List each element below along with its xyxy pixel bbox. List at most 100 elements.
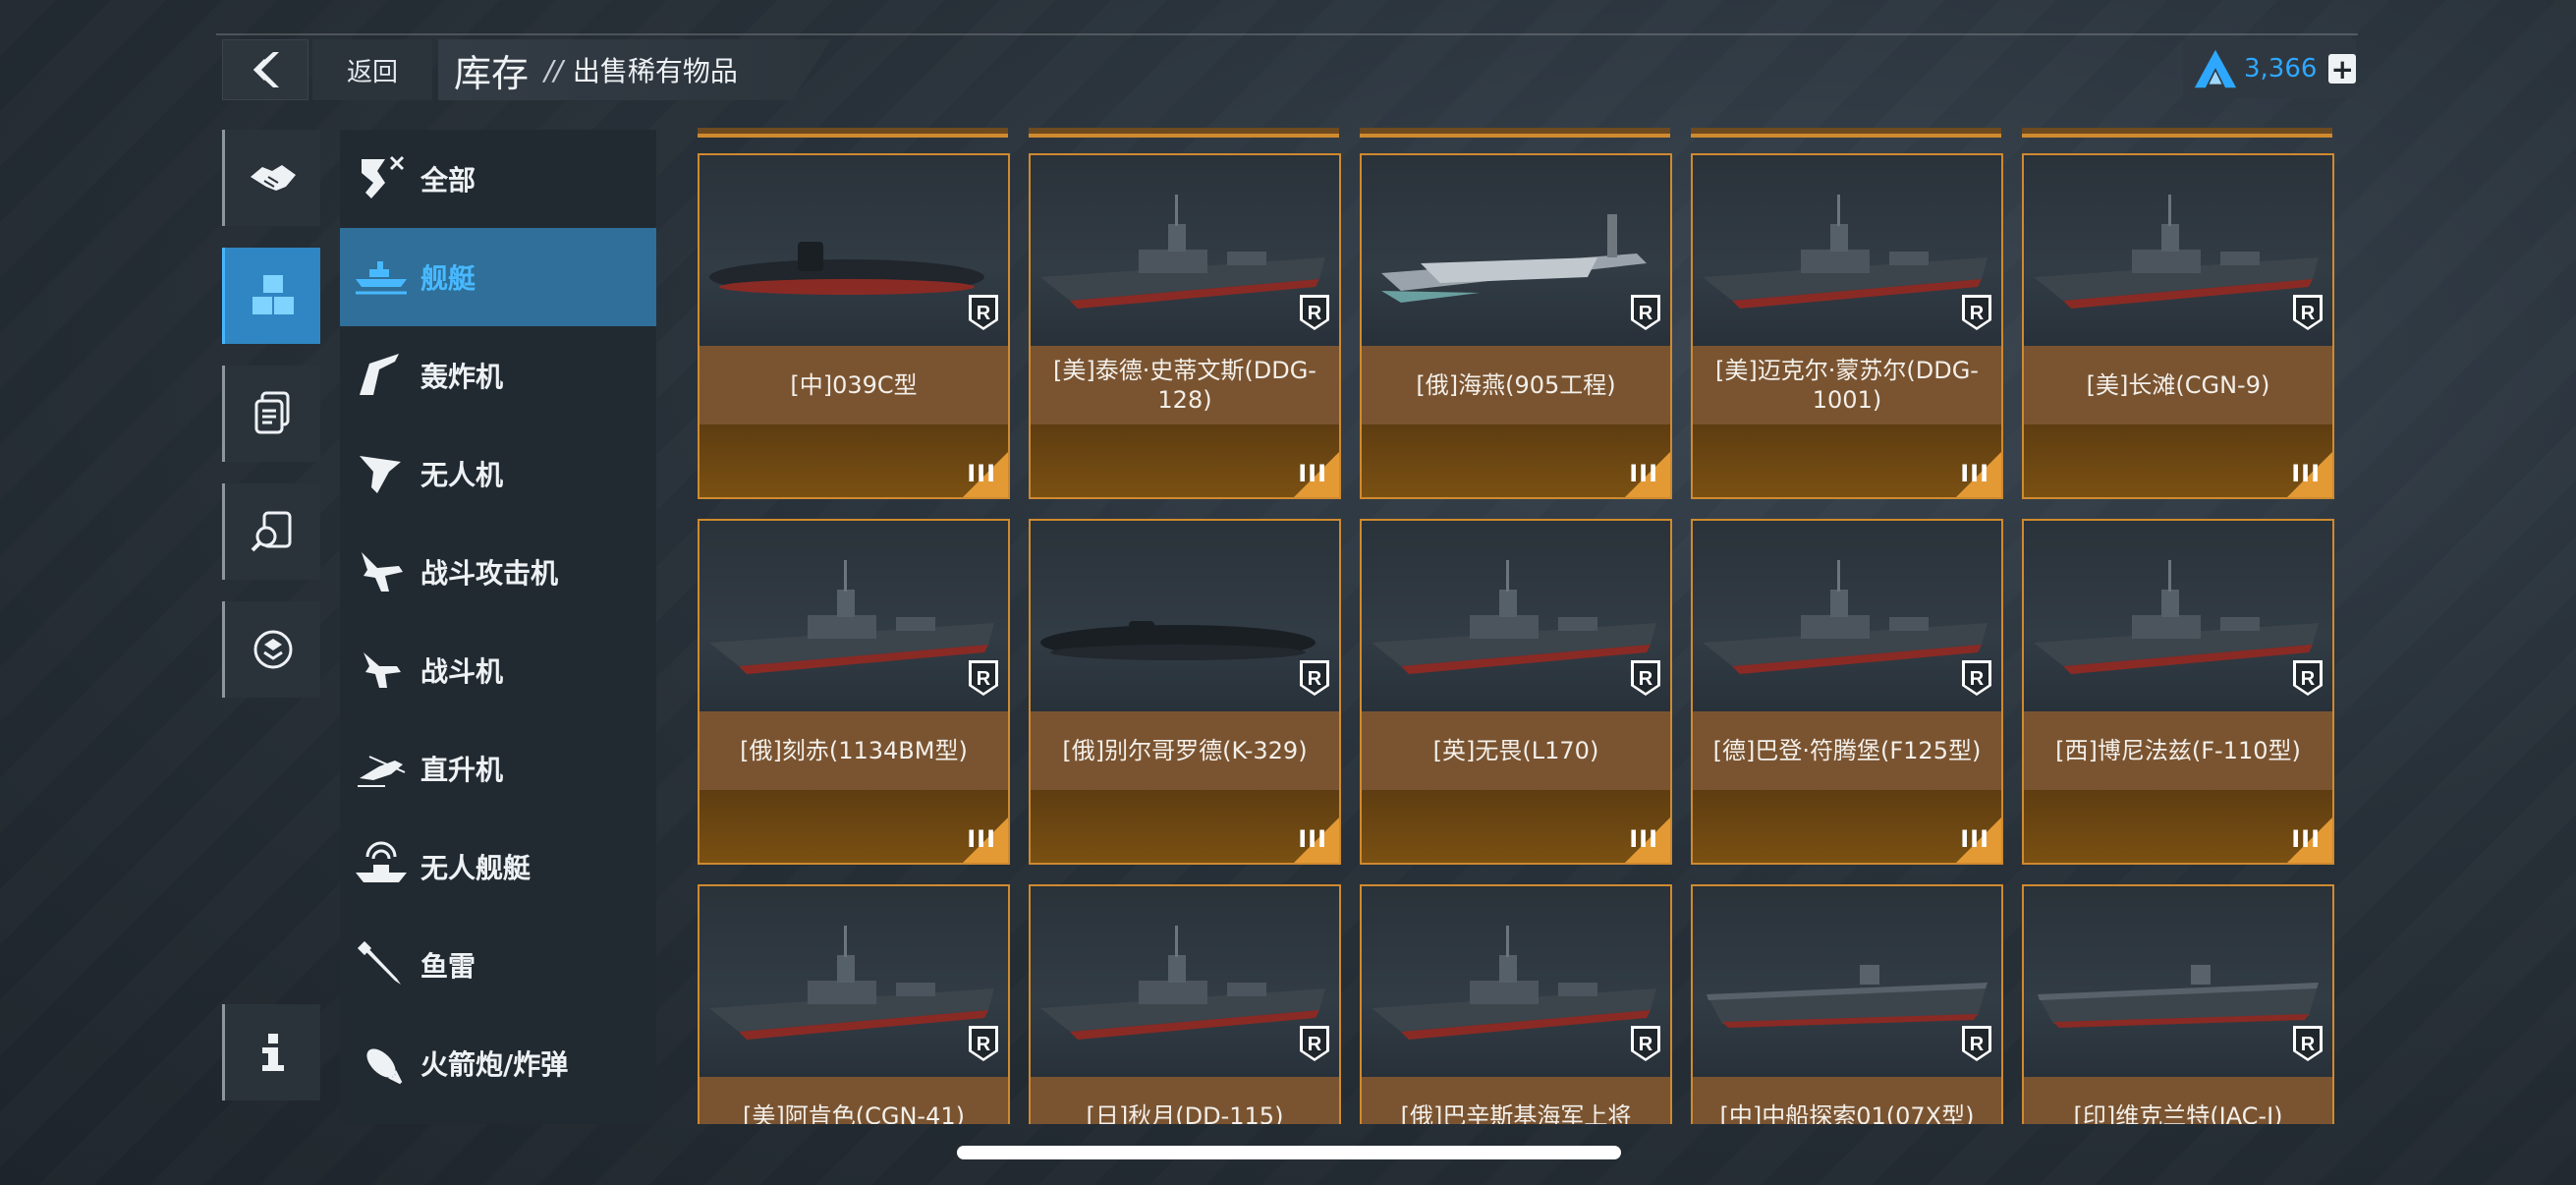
rarity-badge-text: R [2301, 1034, 2316, 1055]
torpedo-icon [354, 937, 409, 992]
page-subtitle: 出售稀有物品 [572, 55, 738, 87]
back-label-button[interactable]: 返回 [312, 39, 432, 100]
category-list: 全部 舰艇 轰炸机 无人机 战斗攻击机 战斗机 直升机 无人舰艇 鱼雷 火箭炮/… [340, 130, 656, 1124]
item-card[interactable]: R [俄]别尔哥罗德(K-329) III [1029, 519, 1341, 865]
ship-image [1362, 521, 1670, 711]
tier-label: III [1960, 460, 1989, 487]
item-name: [中]039C型 [700, 346, 1008, 424]
rail-trade-button[interactable] [222, 130, 320, 226]
rarity-badge-text: R [977, 1034, 991, 1055]
rail-records-button[interactable] [222, 366, 320, 462]
rarity-badge-icon: R [1300, 295, 1329, 330]
item-card[interactable]: R [日]秋月(DD-115) III [1029, 884, 1341, 1124]
tier-bar: III [2024, 424, 2332, 497]
item-card[interactable]: R [中]中船探索01(07X型) III [1691, 884, 2003, 1124]
previous-row-card-edge [2022, 128, 2332, 138]
rarity-badge-icon: R [1962, 660, 1991, 696]
chevron-left-icon [252, 52, 279, 87]
category-ships[interactable]: 舰艇 [340, 228, 656, 326]
item-card[interactable]: R [西]博尼法兹(F-110型) III [2022, 519, 2334, 865]
rarity-badge-text: R [2301, 668, 2316, 690]
exchange-icon [253, 630, 292, 669]
ship-image [1362, 886, 1670, 1077]
rarity-badge-text: R [1308, 668, 1322, 690]
bomber-icon [354, 348, 409, 403]
page-title-bar: 库存 // 出售稀有物品 [438, 39, 831, 100]
title-separator: // [544, 53, 563, 86]
tier-bar: III [700, 790, 1008, 863]
item-name: [中]中船探索01(07X型) [1693, 1077, 2001, 1124]
top-divider [216, 33, 2358, 35]
rarity-badge-text: R [2301, 303, 2316, 324]
ship-image [2024, 886, 2332, 1077]
rarity-badge-icon: R [1631, 295, 1660, 330]
previous-row-card-edge [1029, 128, 1339, 138]
currency-icon [2194, 49, 2237, 88]
ship-icon [354, 250, 409, 305]
handshake-icon [250, 165, 296, 191]
item-name: [美]阿肯色(CGN-41) [700, 1077, 1008, 1124]
search-document-icon [251, 511, 291, 552]
rarity-badge-text: R [1970, 668, 1985, 690]
item-name: [俄]巴辛斯基海军上将 [1362, 1077, 1670, 1124]
tier-label: III [967, 460, 996, 487]
rail-inventory-button[interactable] [222, 248, 320, 344]
item-card[interactable]: R [英]无畏(L170) III [1360, 519, 1672, 865]
item-card[interactable]: R [美]阿肯色(CGN-41) III [698, 884, 1010, 1124]
rail-info-button[interactable] [222, 1004, 320, 1100]
category-fighters[interactable]: 战斗机 [340, 621, 656, 719]
ship-image [1031, 155, 1339, 346]
add-currency-button[interactable]: + [2328, 53, 2356, 85]
tier-label: III [967, 825, 996, 853]
item-name: [俄]刻赤(1134BM型) [700, 711, 1008, 790]
rail-search-button[interactable] [222, 483, 320, 580]
ship-image [700, 886, 1008, 1077]
item-card[interactable]: R [印]维克兰特(IAC-I) III [2022, 884, 2334, 1124]
item-name: [西]博尼法兹(F-110型) [2024, 711, 2332, 790]
rarity-badge-icon: R [2293, 1026, 2323, 1061]
category-drones[interactable]: 无人机 [340, 424, 656, 523]
ship-image [700, 155, 1008, 346]
item-card[interactable]: R [俄]刻赤(1134BM型) III [698, 519, 1010, 865]
rarity-badge-text: R [1639, 303, 1653, 324]
ship-image [1693, 155, 2001, 346]
rarity-badge-icon: R [1962, 1026, 1991, 1061]
tier-bar: III [1031, 424, 1339, 497]
item-name: [俄]海燕(905工程) [1362, 346, 1670, 424]
rarity-badge-icon: R [2293, 660, 2323, 696]
ship-image [1693, 521, 2001, 711]
rarity-badge-icon: R [1631, 660, 1660, 696]
tier-bar: III [2024, 790, 2332, 863]
tier-label: III [2291, 460, 2321, 487]
item-card[interactable]: R [美]迈克尔·蒙苏尔(DDG-1001) III [1691, 153, 2003, 499]
category-bombers[interactable]: 轰炸机 [340, 326, 656, 424]
category-unmanned-ships[interactable]: 无人舰艇 [340, 818, 656, 916]
rarity-badge-icon: R [2293, 295, 2323, 330]
page-title: 库存 [454, 51, 530, 95]
item-card[interactable]: R [美]长滩(CGN-9) III [2022, 153, 2334, 499]
item-card[interactable]: R [俄]海燕(905工程) III [1360, 153, 1672, 499]
rarity-badge-icon: R [969, 660, 998, 696]
item-name: [英]无畏(L170) [1362, 711, 1670, 790]
item-card[interactable]: R [德]巴登·符腾堡(F125型) III [1691, 519, 2003, 865]
item-name: [美]泰德·史蒂文斯(DDG-128) [1031, 346, 1339, 424]
rarity-badge-icon: R [1300, 660, 1329, 696]
item-card[interactable]: R [俄]巴辛斯基海军上将 III [1360, 884, 1672, 1124]
fighter-icon [354, 643, 409, 698]
currency-value: 3,366 [2243, 54, 2318, 84]
rarity-badge-icon: R [1300, 1026, 1329, 1061]
helicopter-icon [354, 741, 409, 796]
back-button[interactable] [222, 39, 308, 100]
category-all[interactable]: 全部 [340, 130, 656, 228]
item-card[interactable]: R [中]039C型 III [698, 153, 1010, 499]
bomb-icon [354, 1036, 409, 1091]
category-torpedoes[interactable]: 鱼雷 [340, 916, 656, 1014]
rail-exchange-button[interactable] [222, 601, 320, 698]
currency-display: 3,366 + [2183, 39, 2356, 98]
ship-image [2024, 155, 2332, 346]
category-helicopters[interactable]: 直升机 [340, 719, 656, 818]
category-attack-fighters[interactable]: 战斗攻击机 [340, 523, 656, 621]
item-card[interactable]: R [美]泰德·史蒂文斯(DDG-128) III [1029, 153, 1341, 499]
category-rockets-bombs[interactable]: 火箭炮/炸弹 [340, 1014, 656, 1112]
drone-icon [354, 446, 409, 501]
